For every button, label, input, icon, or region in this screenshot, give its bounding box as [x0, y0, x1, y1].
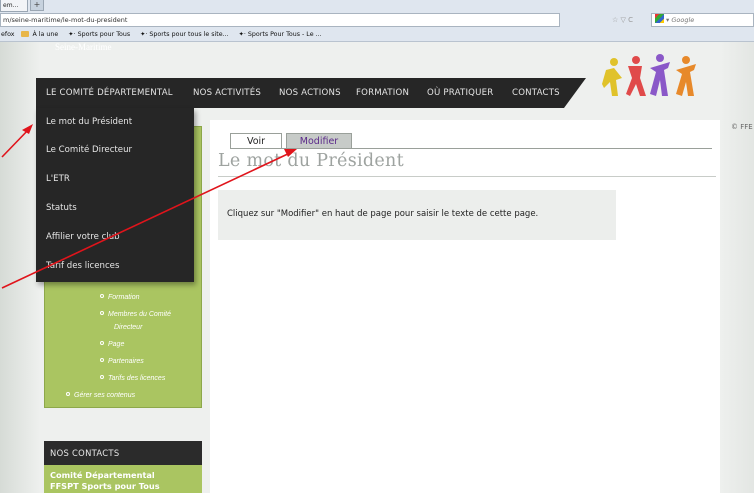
google-icon: [655, 14, 664, 23]
nav-actions[interactable]: NOS ACTIONS: [279, 78, 341, 108]
contacts-line[interactable]: FFSPT Sports pour Tous: [50, 481, 196, 492]
address-bar-text: m/seine-maritime/le-mot-du-president: [3, 16, 128, 24]
nav-ou-pratiquer[interactable]: OÙ PRATIQUER: [427, 78, 493, 108]
bookmarks-bar: efox À la une ✦· Sports pour Tous ✦· Spo…: [0, 28, 754, 42]
nav-activites[interactable]: NOS ACTIVITÉS: [193, 78, 261, 108]
nav-comite[interactable]: LE COMITÉ DÉPARTEMENTAL: [46, 78, 173, 108]
main-nav: LE COMITÉ DÉPARTEMENTAL NOS ACTIVITÉS NO…: [36, 78, 586, 108]
dropdown-item-mot-president[interactable]: Le mot du Président: [46, 117, 132, 127]
dropdown-item-affilier[interactable]: Affilier votre club: [46, 232, 120, 242]
browser-tab[interactable]: em...: [0, 0, 28, 12]
sidebar-sub-item[interactable]: Membres du Comité: [100, 311, 171, 318]
dropdown-item-statuts[interactable]: Statuts: [46, 203, 77, 213]
nav-formation[interactable]: FORMATION: [356, 78, 409, 108]
sidebar-sub-item[interactable]: Page: [100, 341, 124, 348]
plus-icon: +: [33, 0, 41, 9]
address-bar-icons[interactable]: ☆ ▽ C: [612, 14, 633, 26]
folder-icon: [20, 31, 29, 37]
dropdown-item-etr[interactable]: L'ETR: [46, 174, 70, 184]
bullet-icon: [100, 311, 104, 315]
new-tab-button[interactable]: +: [30, 0, 44, 11]
site-brand[interactable]: Seine-Maritime: [55, 42, 111, 52]
title-divider: [218, 176, 716, 177]
sidebar-sub-item[interactable]: Partenaires: [100, 358, 144, 365]
sidebar-sub-item-cont[interactable]: Directeur: [114, 324, 142, 331]
comite-dropdown-menu: Le mot du Président Le Comité Directeur …: [36, 108, 194, 282]
dropdown-item-tarif[interactable]: Tarif des licences: [46, 261, 119, 271]
bookmark-item[interactable]: À la une: [20, 31, 63, 38]
dropdown-item-comite-directeur[interactable]: Le Comité Directeur: [46, 145, 132, 155]
contacts-body: Comité Départemental FFSPT Sports pour T…: [44, 465, 202, 493]
dancers-logo: [602, 54, 696, 96]
bookmark-item[interactable]: ✦· Sports pour Tous: [68, 31, 134, 38]
browser-tab-label: em...: [3, 2, 19, 9]
nav-contacts[interactable]: CONTACTS: [512, 78, 560, 108]
address-bar[interactable]: m/seine-maritime/le-mot-du-president: [0, 13, 560, 27]
search-placeholder: Google: [671, 16, 695, 24]
contacts-line[interactable]: Comité Départemental: [50, 470, 196, 481]
bullet-icon: [100, 358, 104, 362]
sidebar-sub-item[interactable]: Tarifs des licences: [100, 375, 165, 382]
contacts-heading: NOS CONTACTS: [44, 441, 202, 465]
page-title: Le mot du Président: [218, 151, 404, 171]
bookmark-item[interactable]: efox: [1, 31, 14, 38]
search-box[interactable]: ▾ Google: [651, 13, 754, 27]
bookmark-item[interactable]: ✦· Sports Pour Tous - Le ...: [239, 31, 326, 38]
info-message: Cliquez sur "Modifier" en haut de page p…: [227, 209, 539, 219]
tab-voir[interactable]: Voir: [230, 133, 282, 149]
sidebar-manage-link[interactable]: Gérer ses contenus: [66, 392, 135, 399]
bullet-icon: [100, 375, 104, 379]
copyright-text: © FFE: [731, 123, 753, 131]
bullet-icon: [66, 392, 70, 396]
bookmark-item[interactable]: ✦· Sports pour tous le site...: [140, 31, 233, 38]
browser-chrome: em... + m/seine-maritime/le-mot-du-presi…: [0, 0, 754, 42]
tabs-divider: [230, 148, 712, 149]
bullet-icon: [100, 341, 104, 345]
bullet-icon: [100, 294, 104, 298]
tab-modifier[interactable]: Modifier: [286, 133, 352, 149]
sidebar-sub-item[interactable]: Formation: [100, 294, 140, 301]
